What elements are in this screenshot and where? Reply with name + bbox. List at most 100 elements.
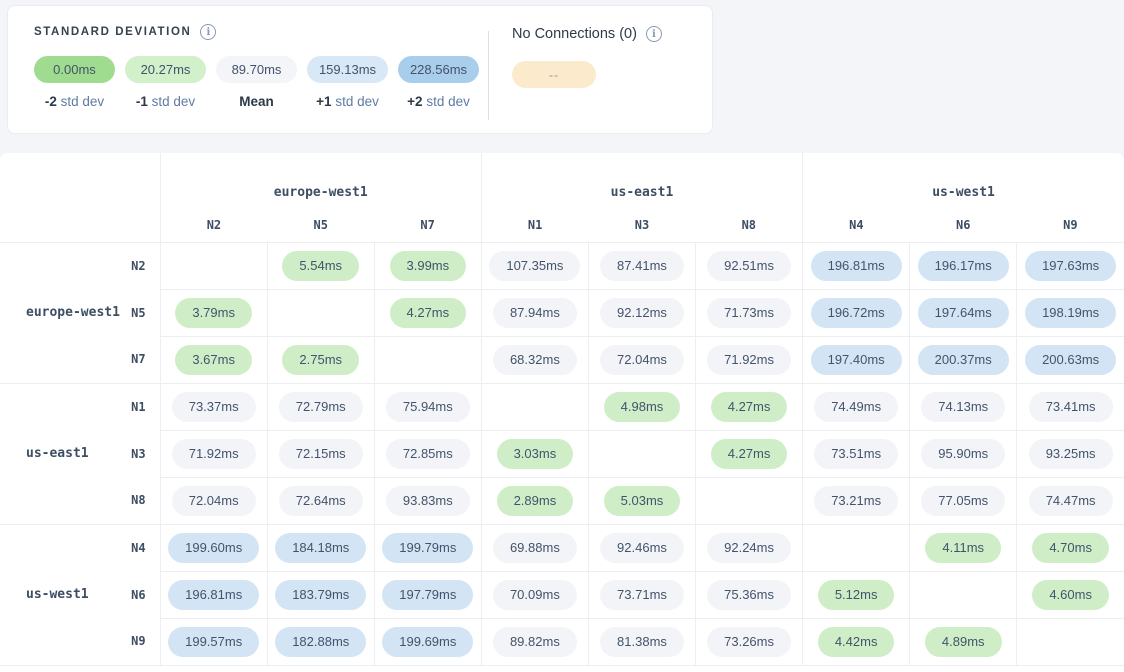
latency-pill[interactable]: 3.99ms	[390, 251, 467, 281]
latency-pill[interactable]: 72.15ms	[279, 439, 363, 469]
latency-pill[interactable]: 89.82ms	[493, 627, 577, 657]
table-row: us-east1N3 71.92ms 72.15ms 72.85ms 3.03m…	[0, 430, 1124, 477]
latency-cell: 196.72ms	[803, 289, 910, 336]
latency-pill[interactable]: 4.60ms	[1032, 580, 1109, 610]
latency-pill[interactable]: 183.79ms	[275, 580, 366, 610]
latency-pill[interactable]: 3.67ms	[175, 345, 252, 375]
latency-pill[interactable]: 200.63ms	[1025, 345, 1116, 375]
latency-pill[interactable]: 72.79ms	[279, 392, 363, 422]
latency-cell: 93.83ms	[374, 477, 481, 524]
legend-stop: 20.27ms -1 std dev	[125, 56, 206, 109]
latency-pill[interactable]: 71.92ms	[172, 439, 256, 469]
latency-pill[interactable]: 199.79ms	[382, 533, 473, 563]
info-icon[interactable]: i	[646, 26, 662, 42]
latency-cell: 4.89ms	[910, 618, 1017, 665]
latency-pill[interactable]: 4.27ms	[711, 392, 788, 422]
table-row: N7 3.67ms 2.75ms 68.32ms 72.04ms 71.92ms…	[0, 336, 1124, 383]
latency-pill[interactable]: 72.04ms	[600, 345, 684, 375]
latency-pill[interactable]: 69.88ms	[493, 533, 577, 563]
latency-pill[interactable]: 73.21ms	[814, 486, 898, 516]
latency-pill[interactable]: 197.63ms	[1025, 251, 1116, 281]
latency-pill[interactable]: 75.94ms	[386, 392, 470, 422]
latency-pill[interactable]: 4.11ms	[925, 533, 1001, 563]
latency-pill[interactable]: 197.79ms	[382, 580, 473, 610]
latency-pill[interactable]: 74.49ms	[814, 392, 898, 422]
latency-pill[interactable]: 72.85ms	[386, 439, 470, 469]
info-icon[interactable]: i	[200, 24, 216, 40]
latency-pill[interactable]: 70.09ms	[493, 580, 577, 610]
latency-pill[interactable]: 72.04ms	[172, 486, 256, 516]
latency-pill[interactable]: 107.35ms	[489, 251, 580, 281]
latency-pill[interactable]: 74.47ms	[1029, 486, 1113, 516]
latency-pill[interactable]: 93.25ms	[1029, 439, 1113, 469]
latency-pill[interactable]: 4.70ms	[1032, 533, 1109, 563]
latency-cell: 72.85ms	[374, 430, 481, 477]
latency-pill[interactable]: 182.88ms	[275, 627, 366, 657]
latency-pill[interactable]: 87.94ms	[493, 298, 577, 328]
latency-pill[interactable]: 92.12ms	[600, 298, 684, 328]
latency-pill[interactable]: 4.42ms	[818, 627, 895, 657]
latency-cell: 73.37ms	[160, 383, 267, 430]
latency-pill[interactable]: 75.36ms	[707, 580, 791, 610]
latency-pill[interactable]: 93.83ms	[386, 486, 470, 516]
latency-pill[interactable]: 197.40ms	[811, 345, 902, 375]
latency-pill[interactable]: 92.46ms	[600, 533, 684, 563]
latency-pill[interactable]: 4.98ms	[604, 392, 681, 422]
latency-pill[interactable]: 73.26ms	[707, 627, 791, 657]
latency-pill[interactable]: 73.37ms	[172, 392, 256, 422]
latency-pill[interactable]: 197.64ms	[918, 298, 1009, 328]
latency-pill[interactable]: 5.12ms	[818, 580, 895, 610]
row-node-label: N4	[131, 541, 145, 555]
latency-pill[interactable]: 3.79ms	[175, 298, 252, 328]
latency-pill[interactable]: 184.18ms	[275, 533, 366, 563]
latency-pill[interactable]: 3.03ms	[497, 439, 574, 469]
latency-cell	[374, 336, 481, 383]
latency-pill[interactable]: 92.24ms	[707, 533, 791, 563]
latency-pill[interactable]: 196.81ms	[168, 580, 259, 610]
latency-pill[interactable]: 198.19ms	[1025, 298, 1116, 328]
latency-cell: 199.69ms	[374, 618, 481, 665]
latency-pill[interactable]: 2.89ms	[497, 486, 574, 516]
latency-pill[interactable]: 5.54ms	[282, 251, 359, 281]
latency-cell: 93.25ms	[1017, 430, 1124, 477]
latency-cell: 3.03ms	[481, 430, 588, 477]
latency-pill[interactable]: 4.27ms	[390, 298, 467, 328]
latency-pill[interactable]: 72.64ms	[279, 486, 363, 516]
column-header-n6: N6	[910, 209, 1017, 242]
latency-pill[interactable]: 81.38ms	[600, 627, 684, 657]
latency-pill[interactable]: 5.03ms	[604, 486, 681, 516]
latency-pill[interactable]: 196.81ms	[811, 251, 902, 281]
latency-pill[interactable]: 73.71ms	[600, 580, 684, 610]
latency-matrix: europe-west1 us-east1 us-west1 N2 N5 N7 …	[0, 153, 1124, 672]
latency-pill[interactable]: 77.05ms	[921, 486, 1005, 516]
latency-pill[interactable]: 71.92ms	[707, 345, 791, 375]
latency-pill[interactable]: 92.51ms	[707, 251, 791, 281]
latency-cell: 182.88ms	[267, 618, 374, 665]
latency-cell: 89.82ms	[481, 618, 588, 665]
latency-pill[interactable]: 200.37ms	[918, 345, 1009, 375]
latency-pill[interactable]: 71.73ms	[707, 298, 791, 328]
no-connections-pill: --	[512, 61, 596, 88]
legend-pills-row: 0.00ms -2 std dev 20.27ms -1 std dev 89.…	[34, 56, 488, 109]
latency-pill[interactable]: 74.13ms	[921, 392, 1005, 422]
latency-pill[interactable]: 2.75ms	[282, 345, 359, 375]
table-row: N9 199.57ms 182.88ms 199.69ms 89.82ms 81…	[0, 618, 1124, 665]
latency-cell: 4.27ms	[374, 289, 481, 336]
legend-pill: 89.70ms	[216, 56, 297, 83]
latency-pill[interactable]: 73.41ms	[1029, 392, 1113, 422]
latency-pill[interactable]: 73.51ms	[814, 439, 898, 469]
latency-pill[interactable]: 199.69ms	[382, 627, 473, 657]
latency-cell: 92.46ms	[588, 524, 695, 571]
latency-pill[interactable]: 196.72ms	[811, 298, 902, 328]
latency-pill[interactable]: 199.60ms	[168, 533, 259, 563]
column-group-us-east1: us-east1	[481, 153, 802, 209]
latency-pill[interactable]: 68.32ms	[493, 345, 577, 375]
latency-pill[interactable]: 199.57ms	[168, 627, 259, 657]
latency-pill[interactable]: 87.41ms	[600, 251, 684, 281]
latency-pill[interactable]: 4.27ms	[711, 439, 788, 469]
latency-pill[interactable]: 4.89ms	[925, 627, 1002, 657]
latency-pill[interactable]: 95.90ms	[921, 439, 1005, 469]
no-connections-legend: No Connections (0) i --	[489, 6, 662, 133]
latency-pill[interactable]: 196.17ms	[918, 251, 1009, 281]
latency-cell	[1017, 618, 1124, 665]
